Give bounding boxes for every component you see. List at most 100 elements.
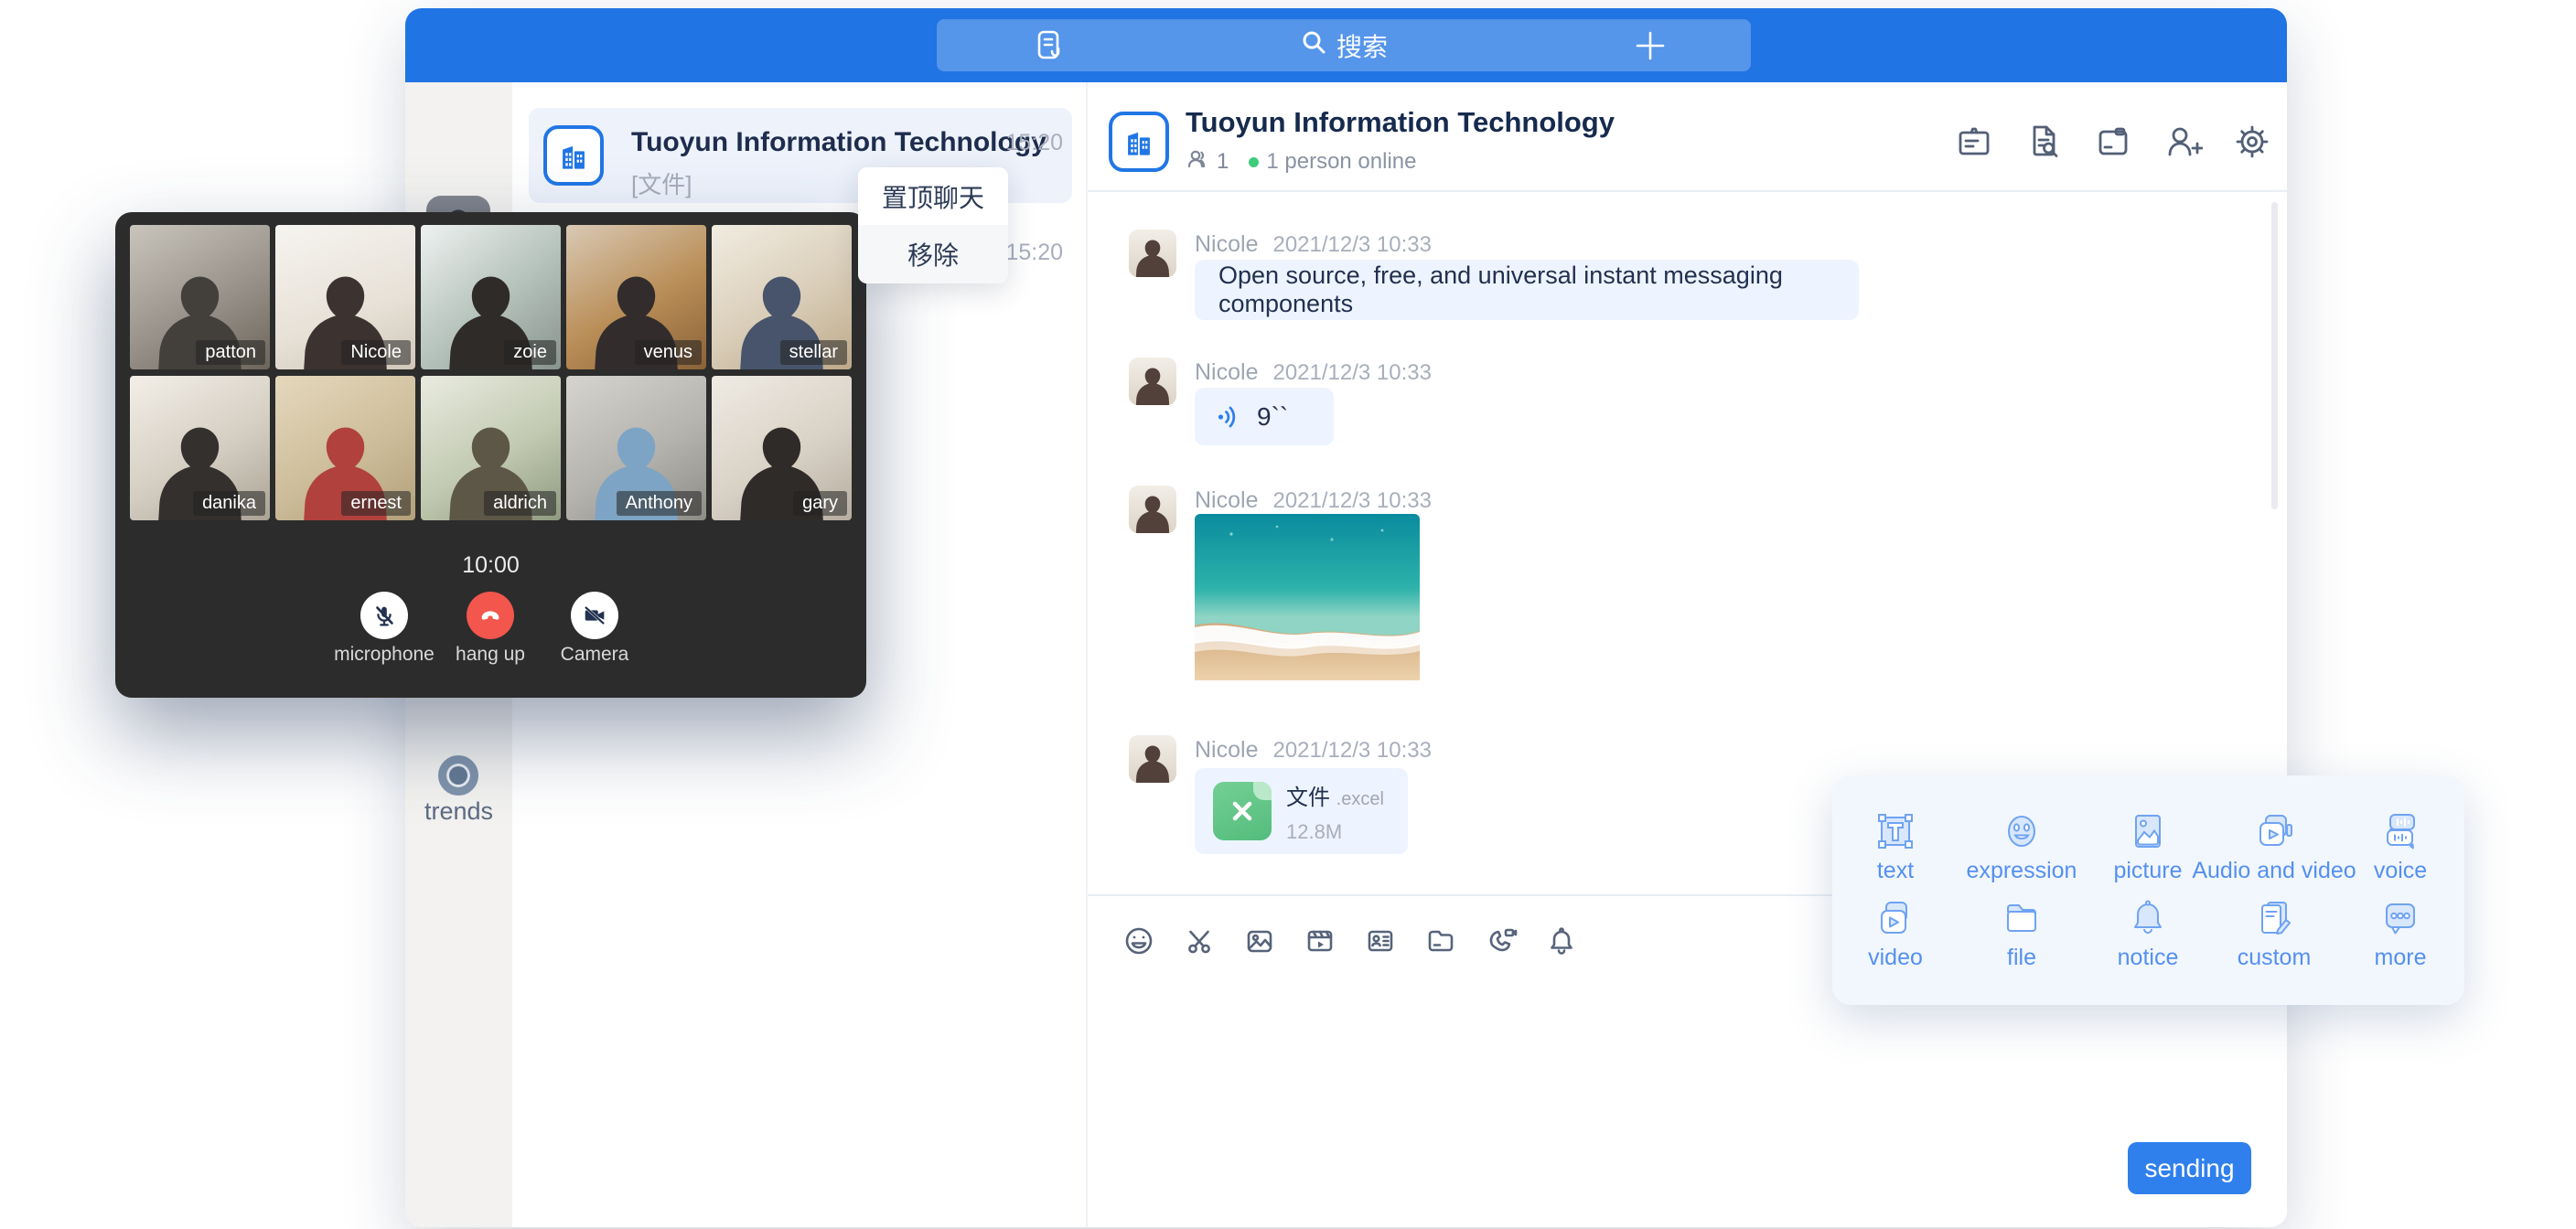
file-name: 文件 .excel [1286, 779, 1384, 811]
search-field[interactable]: 搜索 [937, 19, 1751, 71]
participant-name: danika [193, 491, 265, 516]
panel-item-video[interactable]: video [1832, 897, 1959, 971]
participant-grid: patton Nicole zoie venus stellar danika [130, 225, 852, 520]
participant-name: gary [793, 491, 847, 516]
voice-icon [1215, 402, 1244, 432]
participant-name: Nicole [341, 340, 411, 365]
excel-file-icon [1213, 782, 1272, 840]
group-notice-icon[interactable] [1954, 122, 1994, 162]
participant-tile[interactable]: Nicole [275, 225, 415, 369]
conversation-preview: [文件] [631, 166, 692, 200]
avatar[interactable] [1129, 358, 1176, 405]
message-type-panel: text expression picture [1832, 775, 2464, 1005]
search-bar[interactable]: 搜索 [937, 19, 1751, 71]
send-button[interactable]: sending [2128, 1142, 2251, 1194]
image-icon[interactable] [1243, 924, 1276, 962]
header-divider [1088, 190, 2287, 192]
panel-item-text[interactable]: text [1832, 810, 1959, 884]
file-folder-icon[interactable] [1424, 924, 1457, 962]
call-icon[interactable] [1485, 924, 1518, 962]
message-meta: Nicole2021/12/3 10:33 [1195, 737, 1432, 764]
conversation-time: 15:20 [1005, 130, 1063, 156]
message-scrollbar[interactable] [2271, 202, 2278, 509]
search-placeholder: 搜索 [1336, 27, 1388, 64]
chat-group-icon [1109, 112, 1169, 172]
camera-label: Camera [561, 644, 629, 666]
panel-item-more[interactable]: more [2337, 897, 2463, 971]
group-icon [543, 125, 604, 186]
add-button[interactable] [1630, 26, 1670, 70]
video-clapper-icon[interactable] [1304, 924, 1336, 962]
participant-tile[interactable]: zoie [421, 225, 561, 369]
top-bar: 搜索 [405, 8, 2287, 82]
conversation-context-menu: 置顶聊天 移除 [858, 167, 1008, 283]
panel-item-audio-video[interactable]: Audio and video [2211, 810, 2337, 884]
participant-name: zoie [504, 340, 556, 365]
online-dot [1249, 157, 1259, 167]
avatar-silhouette [1129, 230, 1176, 277]
participant-name: Anthony [617, 491, 702, 516]
participant-tile[interactable]: venus [566, 225, 706, 369]
microphone-mute-button[interactable] [360, 592, 408, 639]
text-message-bubble[interactable]: Open source, free, and universal instant… [1195, 260, 1859, 320]
participant-tile[interactable]: patton [130, 225, 270, 369]
voice-message-bubble[interactable]: 9`` [1195, 388, 1334, 445]
contact-card-icon[interactable] [1364, 924, 1397, 962]
voice-duration: 9`` [1257, 402, 1288, 432]
panel-item-expression[interactable]: expression [1959, 810, 2085, 884]
avatar[interactable] [1129, 230, 1176, 277]
chat-history-search-icon[interactable] [2023, 122, 2064, 162]
online-status: 1 person online [1266, 149, 1416, 175]
participant-name: stellar [780, 340, 847, 365]
conversation-title: Tuoyun Information Technology [631, 127, 1046, 158]
nav-item-trends[interactable]: trends [405, 797, 512, 826]
remove-menu-item[interactable]: 移除 [858, 225, 1008, 283]
chat-panel: Tuoyun Information Technology 1 1 person… [1088, 82, 2287, 1227]
participant-tile[interactable]: ernest [275, 376, 415, 520]
participant-tile[interactable]: danika [130, 376, 270, 520]
panel-item-custom[interactable]: custom [2211, 897, 2337, 971]
member-count: 1 [1217, 149, 1229, 175]
trends-icon[interactable] [438, 755, 478, 796]
call-timer: 10:00 [115, 552, 866, 579]
avatar[interactable] [1129, 486, 1176, 533]
screenshot-scissors-icon[interactable] [1183, 924, 1216, 962]
conversation-time: 15:20 [1005, 240, 1063, 266]
avatar-silhouette [1129, 358, 1176, 405]
add-member-icon[interactable] [2163, 122, 2203, 162]
message-meta: Nicole2021/12/3 10:33 [1195, 359, 1432, 386]
pin-chat-menu-item[interactable]: 置顶聊天 [858, 167, 1008, 225]
participant-name: patton [196, 340, 265, 365]
participant-tile[interactable]: stellar [712, 225, 852, 369]
participant-tile[interactable]: Anthony [566, 376, 706, 520]
image-message[interactable] [1195, 514, 1420, 685]
panel-item-notice[interactable]: notice [2085, 897, 2211, 971]
video-call-overlay: patton Nicole zoie venus stellar danika [115, 212, 866, 698]
search-icon [1300, 28, 1327, 62]
chat-title: Tuoyun Information Technology [1186, 106, 1615, 139]
hang-up-button[interactable] [467, 592, 514, 639]
avatar-silhouette [1129, 486, 1176, 533]
hang-up-label: hang up [456, 644, 525, 666]
message-meta: Nicole2021/12/3 10:33 [1195, 487, 1432, 514]
avatar[interactable] [1129, 735, 1176, 783]
participant-tile[interactable]: aldrich [421, 376, 561, 520]
camera-off-button[interactable] [571, 592, 618, 639]
panel-item-file[interactable]: file [1959, 897, 2085, 971]
panel-item-voice[interactable]: voice [2337, 810, 2463, 884]
emoji-icon[interactable] [1122, 924, 1155, 962]
settings-gear-icon[interactable] [2232, 122, 2272, 162]
members-icon [1186, 147, 1209, 177]
participant-name: ernest [341, 491, 411, 516]
file-message-bubble[interactable]: 文件 .excel 12.8M [1195, 768, 1408, 854]
file-size: 12.8M [1286, 820, 1384, 844]
composer-toolbar [1122, 924, 1578, 962]
chat-subtitle: 1 1 person online [1186, 148, 1416, 176]
participant-tile[interactable]: gary [712, 376, 852, 520]
message-meta: Nicole2021/12/3 10:33 [1195, 231, 1432, 258]
notification-bell-icon[interactable] [1545, 924, 1578, 962]
participant-name: aldrich [484, 491, 556, 516]
avatar-silhouette [1129, 735, 1176, 783]
group-files-icon[interactable] [2093, 122, 2133, 162]
screen: 搜索 trends [0, 0, 2576, 1229]
